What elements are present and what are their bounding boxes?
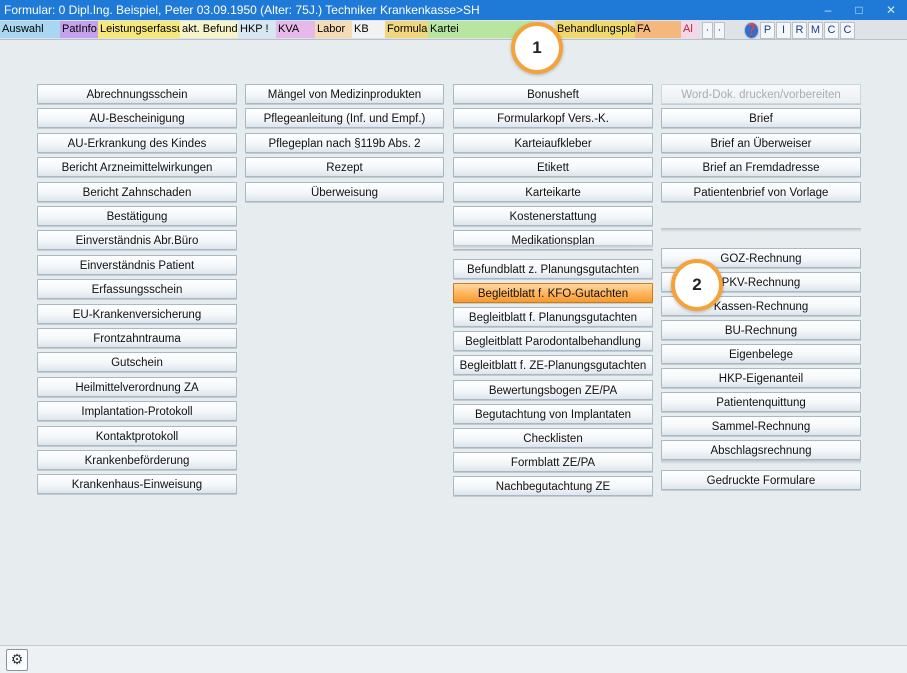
au-bescheinigung-button[interactable]: AU-Bescheinigung [37,108,237,129]
abrechnungsschein-button[interactable]: Abrechnungsschein [37,84,237,104]
bonusheft-button[interactable]: Bonusheft [453,84,653,104]
patientenquittung-button[interactable]: Patientenquittung [661,392,861,412]
kostenerstattung-button[interactable]: Kostenerstattung [453,206,653,226]
sammel-rechnung-button[interactable]: Sammel-Rechnung [661,416,861,436]
brief-button[interactable]: Brief [661,108,861,129]
tab-auswahl[interactable]: Auswahl [0,21,60,38]
minimize-button[interactable]: – [813,1,843,19]
bu-rechnung-button[interactable]: BU-Rechnung [661,320,861,340]
einverstaendnis-abr-buero-button[interactable]: Einverständnis Abr.Büro [37,230,237,251]
word-dok-drucken-vorbereiten-button: Word-Dok. drucken/vorbereiten [661,84,861,104]
quick-tab-r[interactable]: R [792,22,807,39]
gutschein-button[interactable]: Gutschein [37,352,237,373]
begutachtung-von-implantaten-button[interactable]: Begutachtung von Implantaten [453,403,653,424]
begleitblatt-f-planungsgutachten-button[interactable]: Begleitblatt f. Planungsgutachten [453,307,653,328]
group-separator [661,460,861,464]
tab-kva[interactable]: KVA [276,21,315,38]
kontaktprotokoll-button[interactable]: Kontaktprotokoll [37,425,237,446]
maximize-button[interactable]: □ [844,1,874,19]
tab-hkp[interactable]: HKP ! [238,21,276,38]
au-erkrankung-des-kindes-button[interactable]: AU-Erkrankung des Kindes [37,132,237,153]
formularkopf-vers-k-button[interactable]: Formularkopf Vers.-K. [453,108,653,129]
quick-tab-c[interactable]: C [824,22,839,39]
callout-marker-2: 2 [671,259,723,311]
bestaetigung-button[interactable]: Bestätigung [37,206,237,226]
tab-behandlungsplanung[interactable]: Behandlungsplanung [555,21,635,38]
befundblatt-z-planungsgutachten-button[interactable]: Befundblatt z. Planungsgutachten [453,259,653,279]
tab-fa[interactable]: FA [635,21,681,38]
callout-marker-1: 1 [511,22,563,74]
tab-labor[interactable]: Labor [315,21,352,38]
tab-scroll-icon[interactable]: · [714,22,725,39]
begleitblatt-f-kfo-gutachten-button[interactable]: Begleitblatt f. KFO-Gutachten [453,283,653,304]
help-icon[interactable]: ❓ [744,22,759,39]
quick-tab-c[interactable]: C [840,22,855,39]
tab-al[interactable]: Al [681,21,699,38]
tab-akt-befund[interactable]: akt. Befund [180,21,238,38]
brief-an-fremdadresse-button[interactable]: Brief an Fremdadresse [661,157,861,178]
nachbegutachtung-ze-button[interactable]: Nachbegutachtung ZE [453,475,653,496]
eu-krankenversicherung-button[interactable]: EU-Krankenversicherung [37,303,237,324]
status-bar: ⚙ [0,645,907,673]
abschlagsrechnung-button[interactable]: Abschlagsrechnung [661,440,861,460]
rezept-button[interactable]: Rezept [245,157,444,178]
checklisten-button[interactable]: Checklisten [453,427,653,448]
tab-kb[interactable]: KB [352,21,385,38]
quick-tab-p[interactable]: P [760,22,775,39]
module-tab-bar: AuswahlPatInfoLeistungserfassung !akt. B… [0,20,907,40]
window-title: Formular: 0 Dipl.Ing. Beispiel, Peter 03… [4,3,480,17]
etikett-button[interactable]: Etikett [453,157,653,178]
bewertungsbogen-ze-pa-button[interactable]: Bewertungsbogen ZE/PA [453,379,653,400]
einverstaendnis-patient-button[interactable]: Einverständnis Patient [37,254,237,275]
tab-patinfo[interactable]: PatInfo [60,21,98,38]
brief-an-ueberweiser-button[interactable]: Brief an Überweiser [661,132,861,153]
ueberweisung-button[interactable]: Überweisung [245,181,444,202]
erfassungsschein-button[interactable]: Erfassungsschein [37,279,237,300]
pflegeplan-nach-119b-abs-2-button[interactable]: Pflegeplan nach §119b Abs. 2 [245,132,444,153]
implantation-protokoll-button[interactable]: Implantation-Protokoll [37,401,237,422]
karteiaufkleber-button[interactable]: Karteiaufkleber [453,132,653,153]
gedruckte-formulare-button[interactable]: Gedruckte Formulare [661,470,861,490]
tab-formular[interactable]: Formular [385,21,428,38]
karteikarte-button[interactable]: Karteikarte [453,181,653,202]
tab-leistungserfassung[interactable]: Leistungserfassung ! [98,21,180,38]
group-separator [453,245,653,249]
pflegeanleitung-inf-und-empf-button[interactable]: Pflegeanleitung (Inf. und Empf.) [245,108,444,129]
maengel-von-medizinprodukten-button[interactable]: Mängel von Medizinprodukten [245,84,444,104]
close-button[interactable]: ✕ [876,1,906,19]
quick-tab-i[interactable]: I [776,22,791,39]
heilmittelverordnung-za-button[interactable]: Heilmittelverordnung ZA [37,376,237,397]
tab-scroll-icon[interactable]: · [702,22,713,39]
krankenhaus-einweisung-button[interactable]: Krankenhaus-Einweisung [37,474,237,495]
bericht-arzneimittelwirkungen-button[interactable]: Bericht Arzneimittelwirkungen [37,157,237,178]
patientenbrief-von-vorlage-button[interactable]: Patientenbrief von Vorlage [661,181,861,202]
form-panel: Abrechnungsschein AU-Bescheinigung AU-Erkr… [0,40,907,645]
formblatt-ze-pa-button[interactable]: Formblatt ZE/PA [453,451,653,472]
hkp-eigenanteil-button[interactable]: HKP-Eigenanteil [661,368,861,388]
bericht-zahnschaden-button[interactable]: Bericht Zahnschaden [37,181,237,202]
begleitblatt-f-ze-planungsgutachten-button[interactable]: Begleitblatt f. ZE-Planungsgutachten [453,355,653,376]
frontzahntrauma-button[interactable]: Frontzahntrauma [37,328,237,348]
begleitblatt-parodontalbehandlung-button[interactable]: Begleitblatt Parodontalbehandlung [453,331,653,352]
eigenbelege-button[interactable]: Eigenbelege [661,344,861,364]
quick-tab-m[interactable]: M [808,22,823,39]
group-separator [661,228,861,232]
title-bar: Formular: 0 Dipl.Ing. Beispiel, Peter 03… [0,0,907,20]
krankenbefoerderung-button[interactable]: Krankenbeförderung [37,450,237,470]
gear-icon[interactable]: ⚙ [6,649,28,671]
